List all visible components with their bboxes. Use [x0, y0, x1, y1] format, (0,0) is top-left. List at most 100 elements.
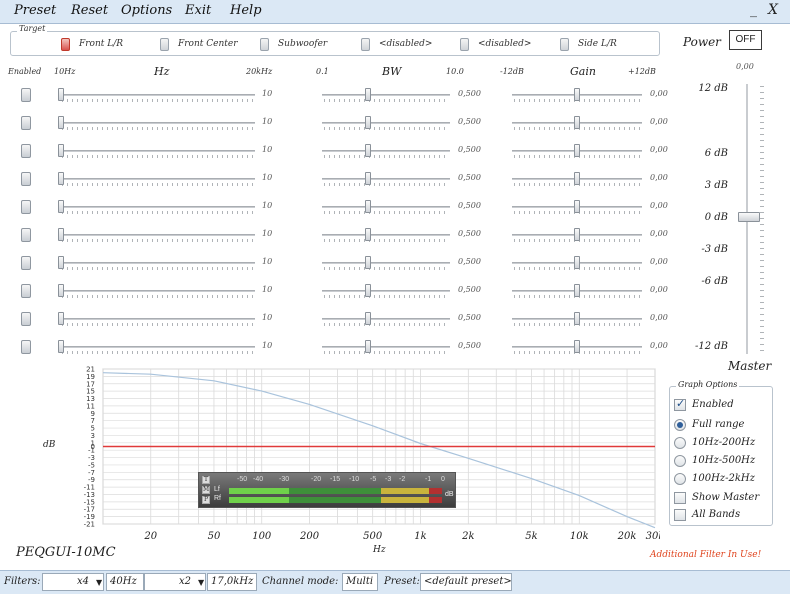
graph-options-group: Graph Options Enabled Full range 10Hz-20… [669, 380, 773, 526]
meter-t-button[interactable]: T [202, 476, 210, 484]
hz-slider-track[interactable] [60, 262, 255, 264]
bw-slider-knob[interactable] [365, 340, 371, 353]
checkbox-icon [560, 38, 569, 51]
bw-slider-track[interactable] [322, 122, 450, 124]
bw-slider-track[interactable] [322, 150, 450, 152]
bw-slider-track[interactable] [322, 290, 450, 292]
hz-slider-track[interactable] [60, 94, 255, 96]
gain-value: 0,00 [650, 229, 668, 238]
gain-slider-knob[interactable] [574, 256, 580, 269]
bw-slider-track[interactable] [322, 234, 450, 236]
bw-min-label: 0.1 [316, 67, 329, 76]
bw-slider-track[interactable] [322, 262, 450, 264]
filter2-freq[interactable]: 17,0kHz [207, 573, 257, 591]
band-enabled-checkbox[interactable] [21, 256, 31, 270]
gain-slider-knob[interactable] [574, 340, 580, 353]
meter-bar-left [229, 488, 442, 494]
bw-slider-knob[interactable] [365, 284, 371, 297]
bw-slider-knob[interactable] [365, 116, 371, 129]
gain-slider-knob[interactable] [574, 312, 580, 325]
bw-slider-knob[interactable] [365, 312, 371, 325]
gain-slider-knob[interactable] [574, 144, 580, 157]
hz-slider-track[interactable] [60, 122, 255, 124]
x-tick-label: 500 [363, 531, 383, 542]
bw-slider-knob[interactable] [365, 256, 371, 269]
band-enabled-checkbox[interactable] [21, 116, 31, 130]
band-enabled-checkbox[interactable] [21, 144, 31, 158]
meter-m-button[interactable]: M [202, 486, 210, 494]
hz-slider-ticks [62, 211, 253, 214]
hz-slider-knob[interactable] [58, 116, 64, 129]
hz-slider-track[interactable] [60, 178, 255, 180]
gain-slider-knob[interactable] [574, 88, 580, 101]
bw-value: 0,500 [458, 117, 481, 126]
bw-slider-knob[interactable] [365, 200, 371, 213]
target-label: <disabled> [478, 39, 532, 49]
hz-slider-knob[interactable] [58, 284, 64, 297]
hz-slider-track[interactable] [60, 290, 255, 292]
hz-slider-knob[interactable] [58, 228, 64, 241]
hz-slider-knob[interactable] [58, 200, 64, 213]
gain-value: 0,00 [650, 257, 668, 266]
filter2-select[interactable]: x2 ▼ [144, 573, 206, 591]
hz-slider-knob[interactable] [58, 172, 64, 185]
hz-slider-knob[interactable] [58, 88, 64, 101]
band-enabled-checkbox[interactable] [21, 284, 31, 298]
hz-value: 10 [262, 117, 273, 126]
gain-slider-knob[interactable] [574, 116, 580, 129]
hz-slider-knob[interactable] [58, 144, 64, 157]
minimize-button[interactable]: _ [750, 2, 757, 18]
band-enabled-checkbox[interactable] [21, 340, 31, 354]
hz-slider-knob[interactable] [58, 312, 64, 325]
channel-mode-value[interactable]: Multi [342, 573, 378, 591]
menu-preset[interactable]: Preset [14, 3, 56, 18]
hz-slider-track[interactable] [60, 234, 255, 236]
band-enabled-checkbox[interactable] [21, 200, 31, 214]
close-button[interactable]: X [768, 2, 778, 18]
x-tick-label: 50 [208, 531, 221, 542]
filter1-select[interactable]: x4 ▼ [42, 573, 104, 591]
bw-slider-track[interactable] [322, 94, 450, 96]
hz-slider-knob[interactable] [58, 256, 64, 269]
menu-options[interactable]: Options [121, 3, 172, 18]
filter1-freq[interactable]: 40Hz [106, 573, 144, 591]
menu-help[interactable]: Help [230, 3, 262, 18]
gain-slider-knob[interactable] [574, 284, 580, 297]
bw-slider-knob[interactable] [365, 172, 371, 185]
band-enabled-checkbox[interactable] [21, 88, 31, 102]
hz-slider-track[interactable] [60, 346, 255, 348]
band-enabled-checkbox[interactable] [21, 172, 31, 186]
bw-slider-knob[interactable] [365, 144, 371, 157]
preset-value[interactable]: <default preset> [420, 573, 512, 591]
hz-slider-track[interactable] [60, 150, 255, 152]
band-row: 10 0,500 0,00 [0, 170, 680, 190]
hz-slider-track[interactable] [60, 318, 255, 320]
gain-slider-knob[interactable] [574, 228, 580, 241]
master-tick-label: 0 dB [704, 212, 728, 223]
radio-icon [674, 455, 686, 467]
band-enabled-checkbox[interactable] [21, 312, 31, 326]
bw-slider-knob[interactable] [365, 228, 371, 241]
bw-slider-track[interactable] [322, 178, 450, 180]
meter-p-button[interactable]: P [202, 496, 210, 504]
bw-slider-track[interactable] [322, 318, 450, 320]
band-row: 10 0,500 0,00 [0, 142, 680, 162]
meter-scale-label: -5 [370, 476, 377, 483]
menu-exit[interactable]: Exit [185, 3, 211, 18]
hz-slider-track[interactable] [60, 206, 255, 208]
master-slider-knob[interactable] [738, 212, 760, 222]
checkbox-icon [460, 38, 469, 51]
bw-value: 0,500 [458, 145, 481, 154]
gain-value: 0,00 [650, 201, 668, 210]
bw-slider-ticks [324, 295, 448, 298]
gain-slider-knob[interactable] [574, 172, 580, 185]
bw-slider-knob[interactable] [365, 88, 371, 101]
power-button[interactable]: OFF [729, 30, 762, 50]
master-tick-label: -6 dB [701, 276, 728, 287]
bw-slider-track[interactable] [322, 206, 450, 208]
bw-slider-track[interactable] [322, 346, 450, 348]
hz-slider-knob[interactable] [58, 340, 64, 353]
menu-reset[interactable]: Reset [71, 3, 108, 18]
gain-slider-knob[interactable] [574, 200, 580, 213]
band-enabled-checkbox[interactable] [21, 228, 31, 242]
